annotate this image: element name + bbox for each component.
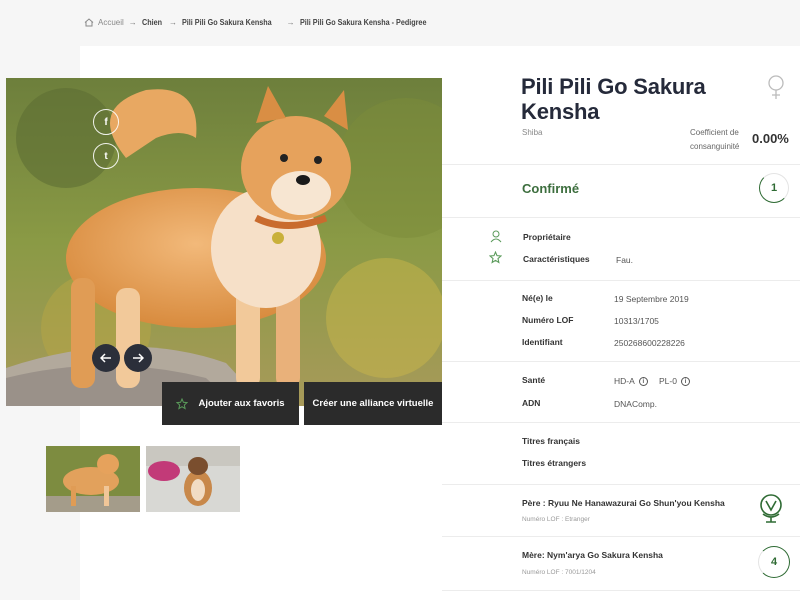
health-test-hd-label: HD-A	[614, 376, 635, 386]
female-icon	[766, 74, 786, 105]
dna-label: ADN	[522, 398, 541, 408]
breadcrumb-separator: →	[286, 18, 295, 27]
breadcrumb-item-dog[interactable]: Pili Pili Go Sakura Kensha	[182, 18, 272, 27]
breadcrumb-separator: →	[128, 18, 137, 27]
breadcrumb: Accueil → Chien → Pili Pili Go Sakura Ke…	[84, 18, 440, 27]
info-icon[interactable]: i	[680, 377, 690, 387]
dog-name-title: Pili Pili Go Sakura Kensha	[521, 74, 706, 124]
dog-main-photo: f t	[6, 78, 442, 406]
divider	[442, 361, 800, 362]
lof-number-label: Numéro LOF	[522, 315, 574, 325]
health-test-pl-label: PL-0	[659, 376, 677, 386]
breadcrumb-separator: →	[169, 18, 178, 27]
info-icon[interactable]: i	[638, 377, 648, 387]
next-photo-button[interactable]	[124, 344, 152, 372]
health-test-pl: PL-0 i	[659, 376, 690, 387]
mother-lof-number: Numéro LOF : 7001/1204	[522, 569, 596, 576]
status-count-badge: 1	[759, 173, 789, 203]
divider	[442, 164, 800, 165]
thumbnail-1[interactable]	[46, 446, 140, 512]
twitter-share-button[interactable]: t	[93, 143, 119, 169]
identifier-value: 250268600228226	[614, 338, 685, 348]
divider	[442, 590, 800, 591]
divider	[442, 422, 800, 423]
dog-breed: Shiba	[522, 128, 543, 137]
thumbnail-2[interactable]	[146, 446, 240, 512]
owner-label[interactable]: Propriétaire	[523, 232, 571, 242]
coefficient-label: Coefficient de consanguinité	[690, 128, 740, 151]
divider	[442, 536, 800, 537]
characteristics-label[interactable]: Caractéristiques	[523, 254, 590, 264]
birth-date-label: Né(e) le	[522, 293, 553, 303]
characteristics-value: Fau.	[616, 255, 634, 265]
home-icon	[84, 18, 94, 27]
breadcrumb-home[interactable]: Accueil	[84, 18, 124, 27]
status-label: Confirmé	[522, 181, 580, 196]
mother-count: 4	[770, 556, 778, 568]
create-virtual-alliance-label: Créer une alliance virtuelle	[312, 398, 434, 409]
foreign-titles-label[interactable]: Titres étrangers	[522, 458, 586, 468]
add-to-favorites-label: Ajouter aux favoris	[198, 398, 285, 409]
health-test-hd: HD-A i	[614, 376, 648, 387]
arrow-right-icon	[133, 353, 144, 363]
breadcrumb-home-label: Accueil	[98, 18, 124, 27]
birth-date-value: 19 Septembre 2019	[614, 294, 689, 304]
father-lof-number: Numéro LOF : Etranger	[522, 516, 590, 523]
mother-count-badge: 4	[758, 546, 790, 578]
lof-number-value: 10313/1705	[614, 316, 659, 326]
create-virtual-alliance-button[interactable]: Créer une alliance virtuelle	[304, 382, 442, 425]
twitter-icon: t	[104, 150, 108, 162]
health-label: Santé	[522, 375, 546, 385]
globe-icon	[757, 492, 785, 529]
divider	[442, 217, 800, 218]
facebook-icon: f	[104, 116, 108, 128]
facebook-share-button[interactable]: f	[93, 109, 119, 135]
dna-value: DNAComp.	[614, 399, 657, 409]
previous-photo-button[interactable]	[92, 344, 120, 372]
status-count: 1	[770, 182, 778, 194]
breadcrumb-item-pedigree: Pili Pili Go Sakura Kensha - Pedigree	[299, 18, 427, 27]
mother-link[interactable]: Mère: Nym'arya Go Sakura Kensha	[522, 550, 663, 560]
divider	[442, 484, 800, 485]
star-outline-icon	[488, 250, 503, 269]
user-icon	[490, 230, 502, 248]
divider	[442, 280, 800, 281]
arrow-left-icon	[100, 353, 111, 363]
add-to-favorites-button[interactable]: Ajouter aux favoris	[162, 382, 299, 425]
identifier-label: Identifiant	[522, 337, 563, 347]
star-icon	[176, 397, 189, 410]
french-titles-label[interactable]: Titres français	[522, 436, 580, 446]
coefficient-value: 0.00%	[752, 131, 789, 146]
father-link[interactable]: Père : Ryuu Ne Hanawazurai Go Shun'you K…	[522, 498, 725, 508]
breadcrumb-item-chien[interactable]: Chien	[142, 18, 162, 27]
